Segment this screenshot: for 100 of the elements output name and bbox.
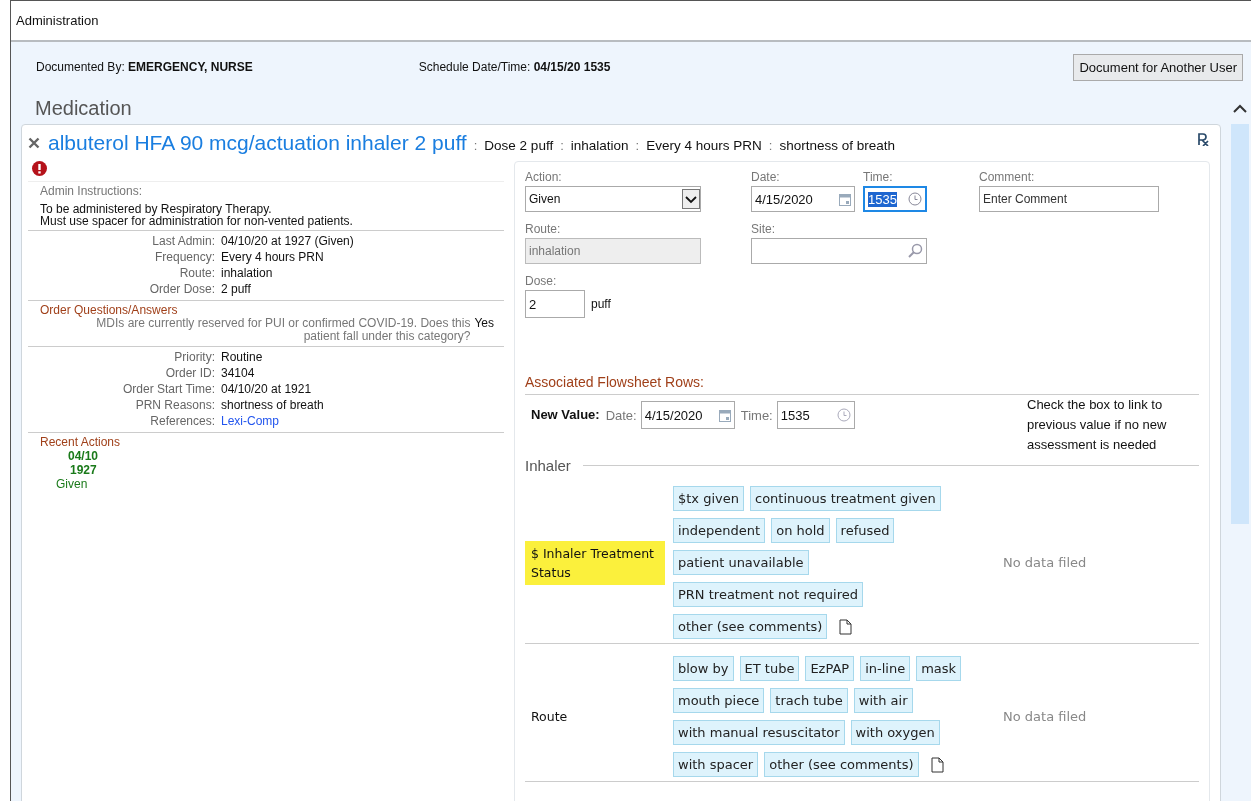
field-label: Last Admin:	[151, 233, 215, 249]
date-label: Date:	[605, 408, 637, 423]
comment-document-icon[interactable]	[930, 756, 944, 773]
field-value: inhalation	[221, 265, 274, 281]
scrollbar[interactable]	[1231, 124, 1249, 524]
field-value: 34104	[221, 365, 256, 381]
field-value: 04/10/20 at 1927 (Given)	[221, 233, 355, 249]
schedule-text: Schedule Date/Time: 04/15/20 1535	[418, 60, 611, 74]
close-icon[interactable]	[28, 137, 40, 149]
group-title: Inhaler	[525, 457, 571, 474]
option-button[interactable]: EzPAP	[805, 656, 855, 681]
option-button[interactable]: in-line	[860, 656, 911, 681]
documented-by-text: Documented By: EMERGENCY, NURSE	[36, 60, 253, 74]
medication-summary-text: Dose 2 puff	[484, 138, 554, 153]
time-label: Time:	[740, 408, 773, 423]
flowsheet-title: Associated Flowsheet Rows:	[525, 374, 1199, 395]
separator-colon: :	[635, 138, 640, 153]
option-button[interactable]: refused	[835, 518, 895, 543]
dropdown-caret-icon[interactable]	[682, 189, 700, 209]
separator-colon: :	[473, 138, 478, 153]
dose-unit: puff	[591, 297, 611, 311]
option-button[interactable]: PRN treatment not required	[673, 582, 863, 607]
answer-text: Yes	[474, 317, 494, 332]
time-label: Time:	[863, 170, 894, 184]
time-field[interactable]: 1535	[776, 401, 855, 429]
field-label: Order Start Time:	[121, 381, 215, 397]
document-for-another-user-button[interactable]: Document for Another User	[1073, 53, 1243, 81]
admin-instructions-label: Admin Instructions:	[40, 184, 144, 198]
flowsheet-row-label: $ Inhaler Treatment Status	[525, 540, 665, 585]
site-label: Site:	[751, 222, 776, 236]
flowsheet-row-label: Route	[530, 708, 569, 726]
comment-label: Comment:	[979, 170, 1036, 184]
field-label: Order ID:	[164, 365, 215, 381]
option-button[interactable]: blow by	[673, 656, 734, 681]
reference-link[interactable]: Lexi-Comp	[221, 413, 504, 429]
status-text: No data filed	[1003, 709, 1087, 724]
section-title: Medication	[35, 96, 132, 120]
clock-icon[interactable]	[908, 192, 922, 206]
option-button[interactable]: with manual resuscitator	[673, 720, 845, 745]
medication-name: albuterol HFA 90 mcg/actuation inhaler 2 puff	[48, 131, 467, 155]
new-value-label: New Value:	[531, 407, 600, 422]
action-label: Action:	[525, 170, 563, 184]
time-field[interactable]: 1535	[863, 186, 927, 212]
action-status: Given	[56, 477, 88, 491]
collapse-caret-icon[interactable]	[1233, 103, 1247, 113]
field-value: Routine	[221, 349, 264, 365]
option-button[interactable]: continuous treatment given	[750, 486, 941, 511]
window-title: Administration	[16, 13, 99, 28]
comment-document-icon[interactable]	[839, 618, 853, 635]
action-dropdown[interactable]: Given	[525, 186, 701, 212]
option-button[interactable]: with spacer	[673, 752, 759, 777]
field-label: References:	[149, 413, 215, 429]
medication-summary-text: shortness of breath	[779, 138, 895, 153]
option-button[interactable]: trach tube	[770, 688, 848, 713]
medication-summary-text: Every 4 hours PRN	[646, 138, 762, 153]
date-field[interactable]: 4/15/2020	[751, 186, 855, 212]
field-value: 04/10/20 at 1921	[221, 381, 313, 397]
medication-summary-text: inhalation	[570, 138, 629, 153]
instruction-text: To be administered by Respiratory Therapy.	[40, 203, 272, 215]
option-button[interactable]: mouth piece	[673, 688, 765, 713]
route-label: Route:	[525, 222, 562, 236]
recent-actions-title: Recent Actions	[40, 435, 122, 449]
link-hint-text: Check the box to link to previous value if no new assessment is needed	[1027, 396, 1168, 454]
option-button[interactable]: independent	[673, 518, 766, 543]
option-button[interactable]: with air	[853, 688, 913, 713]
prescription-icon	[1197, 133, 1210, 146]
option-button[interactable]: mask	[916, 656, 962, 681]
date-field[interactable]: 4/15/2020	[640, 401, 735, 429]
option-button[interactable]: other (see comments)	[764, 752, 919, 777]
separator-colon: :	[768, 138, 773, 153]
field-value: 2 puff	[221, 281, 252, 297]
action-time: 1927	[69, 463, 97, 477]
order-questions-title: Order Questions/Answers	[40, 303, 179, 317]
date-label: Date:	[751, 170, 781, 184]
action-date: 04/10	[67, 449, 99, 463]
question-text: MDIs are currently reserved for PUI or confirmed COVID-19. Does this patient fall under this category?	[96, 317, 471, 343]
field-label: Route:	[178, 265, 215, 281]
field-value: Every 4 hours PRN	[221, 249, 325, 265]
field-label: PRN Reasons:	[134, 397, 215, 413]
calendar-icon[interactable]	[718, 408, 731, 422]
option-button[interactable]: $tx given	[673, 486, 744, 511]
option-button[interactable]: patient unavailable	[673, 550, 809, 575]
separator-colon: :	[560, 138, 564, 153]
field-value: shortness of breath	[221, 397, 325, 413]
search-icon[interactable]	[907, 243, 923, 259]
comment-field[interactable]: Enter Comment	[979, 186, 1159, 212]
option-button[interactable]: with oxygen	[850, 720, 940, 745]
option-button[interactable]: on hold	[771, 518, 830, 543]
clock-icon[interactable]	[836, 408, 851, 422]
dose-field[interactable]: 2	[525, 290, 585, 318]
calendar-icon[interactable]	[839, 192, 851, 206]
status-text: No data filed	[1003, 555, 1087, 570]
dose-label: Dose:	[525, 274, 558, 288]
field-label: Priority:	[173, 349, 215, 365]
site-field[interactable]	[751, 238, 927, 264]
field-label: Frequency:	[153, 249, 215, 265]
alert-icon	[32, 161, 47, 176]
option-button[interactable]: ET tube	[739, 656, 800, 681]
field-label: Order Dose:	[148, 281, 215, 297]
option-button[interactable]: other (see comments)	[673, 614, 828, 639]
